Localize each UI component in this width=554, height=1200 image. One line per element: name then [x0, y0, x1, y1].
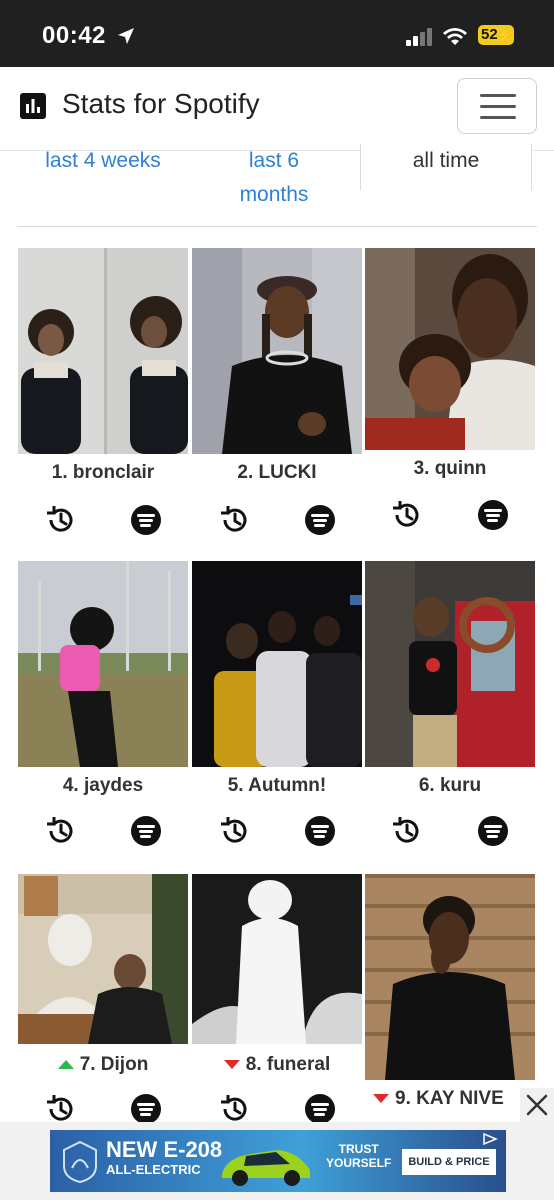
- artist-rank-label: 2. LUCKI: [237, 462, 317, 483]
- ad-tagline-line1: TRUST: [338, 1142, 379, 1156]
- ad-tagline: TRUST YOURSELF: [326, 1142, 391, 1170]
- artist-rank-label: 4. jaydes: [62, 775, 144, 796]
- spotify-icon[interactable]: [131, 1094, 161, 1124]
- artist-name: 4. jaydes: [18, 775, 188, 797]
- trend-up-icon: [57, 1060, 74, 1070]
- spotify-icon[interactable]: [131, 505, 161, 535]
- history-icon[interactable]: [391, 499, 423, 531]
- artist-rank-label: 7. Dijon: [79, 1054, 149, 1075]
- artist-photo[interactable]: [365, 874, 535, 1080]
- artist-rank-label: 3. quinn: [413, 458, 487, 479]
- artist-photo[interactable]: [365, 248, 535, 450]
- charging-bolt-icon: ⚡: [496, 28, 513, 43]
- artist-name: 1. bronclair: [18, 462, 188, 484]
- adchoices-icon[interactable]: [480, 1132, 502, 1146]
- hamburger-icon: [480, 94, 516, 97]
- artist-name: 2. LUCKI: [192, 462, 362, 484]
- battery-indicator: 52 ⚡: [478, 25, 514, 45]
- hamburger-icon-bar: [480, 105, 516, 108]
- history-icon[interactable]: [45, 504, 77, 536]
- tab-label: last 4 weeks: [45, 149, 161, 172]
- time-range-tabs: last 4 weeks last 6 months all time: [17, 144, 537, 227]
- spotify-icon[interactable]: [305, 505, 335, 535]
- tab-all-time[interactable]: all time: [360, 144, 532, 190]
- history-icon[interactable]: [45, 1093, 77, 1125]
- artist-name: 5. Autumn!: [192, 775, 362, 797]
- trend-down-icon: [373, 1094, 389, 1104]
- ad-headline: NEW E-208: [106, 1137, 223, 1162]
- status-time: 00:42: [42, 22, 106, 49]
- artist-rank-label: 5. Autumn!: [227, 775, 327, 796]
- history-icon[interactable]: [45, 815, 77, 847]
- brand-lion-logo-icon: [63, 1140, 97, 1184]
- history-icon[interactable]: [219, 1093, 251, 1125]
- battery-level: 52: [481, 26, 498, 43]
- tab-last-4-weeks[interactable]: last 4 weeks: [17, 144, 189, 178]
- trend-down-icon: [223, 1060, 240, 1070]
- ad-subline: ALL-ELECTRIC: [106, 1162, 201, 1177]
- artist-photo[interactable]: [18, 248, 188, 454]
- ad-close-button[interactable]: [520, 1088, 554, 1122]
- artist-rank-label: 9. KAY NIVE: [395, 1088, 504, 1109]
- tab-last-6-months[interactable]: last 6 months: [189, 144, 359, 212]
- tab-label: all time: [412, 149, 480, 172]
- status-bar: 00:42 52 ⚡: [0, 0, 554, 67]
- artist-photo[interactable]: [18, 874, 188, 1044]
- artist-photo[interactable]: [192, 561, 362, 767]
- artist-rank-label: 1. bronclair: [51, 462, 155, 483]
- app-title[interactable]: Stats for Spotify: [62, 88, 260, 120]
- history-icon[interactable]: [219, 815, 251, 847]
- artist-photo[interactable]: [192, 248, 362, 454]
- artist-name: 7. Dijon: [18, 1054, 188, 1076]
- spotify-icon[interactable]: [131, 816, 161, 846]
- car-image: [222, 1150, 310, 1186]
- location-arrow-icon: [118, 28, 134, 44]
- tab-label-line2: months: [239, 183, 309, 206]
- history-icon[interactable]: [391, 815, 423, 847]
- tab-label: last 6: [248, 149, 300, 172]
- spotify-icon[interactable]: [478, 816, 508, 846]
- artist-name: 3. quinn: [365, 458, 535, 480]
- bar-chart-icon: [20, 93, 46, 119]
- artist-rank-label: 6. kuru: [418, 775, 482, 796]
- spotify-icon[interactable]: [305, 1094, 335, 1124]
- close-icon: [526, 1094, 548, 1116]
- artist-photo[interactable]: [192, 874, 362, 1044]
- spotify-icon[interactable]: [305, 816, 335, 846]
- ad-tagline-line2: YOURSELF: [326, 1156, 392, 1170]
- artist-name: 9. KAY NIVE: [373, 1088, 543, 1110]
- ad-banner[interactable]: NEW E-208 ALL-ELECTRIC TRUST YOURSELF BU…: [0, 1122, 554, 1200]
- menu-button[interactable]: [457, 78, 537, 134]
- cellular-signal-icon: [406, 28, 432, 46]
- ad-cta-button[interactable]: BUILD & PRICE: [402, 1149, 496, 1175]
- spotify-icon[interactable]: [478, 500, 508, 530]
- artist-rank-label: 8. funeral: [245, 1054, 331, 1075]
- hamburger-icon-bar: [480, 116, 516, 119]
- artist-name: 8. funeral: [192, 1054, 362, 1076]
- artist-photo[interactable]: [365, 561, 535, 767]
- artist-photo[interactable]: [18, 561, 188, 767]
- history-icon[interactable]: [219, 504, 251, 536]
- artist-name: 6. kuru: [365, 775, 535, 797]
- wifi-icon: [443, 28, 467, 45]
- ad-creative[interactable]: NEW E-208 ALL-ELECTRIC TRUST YOURSELF BU…: [50, 1130, 506, 1192]
